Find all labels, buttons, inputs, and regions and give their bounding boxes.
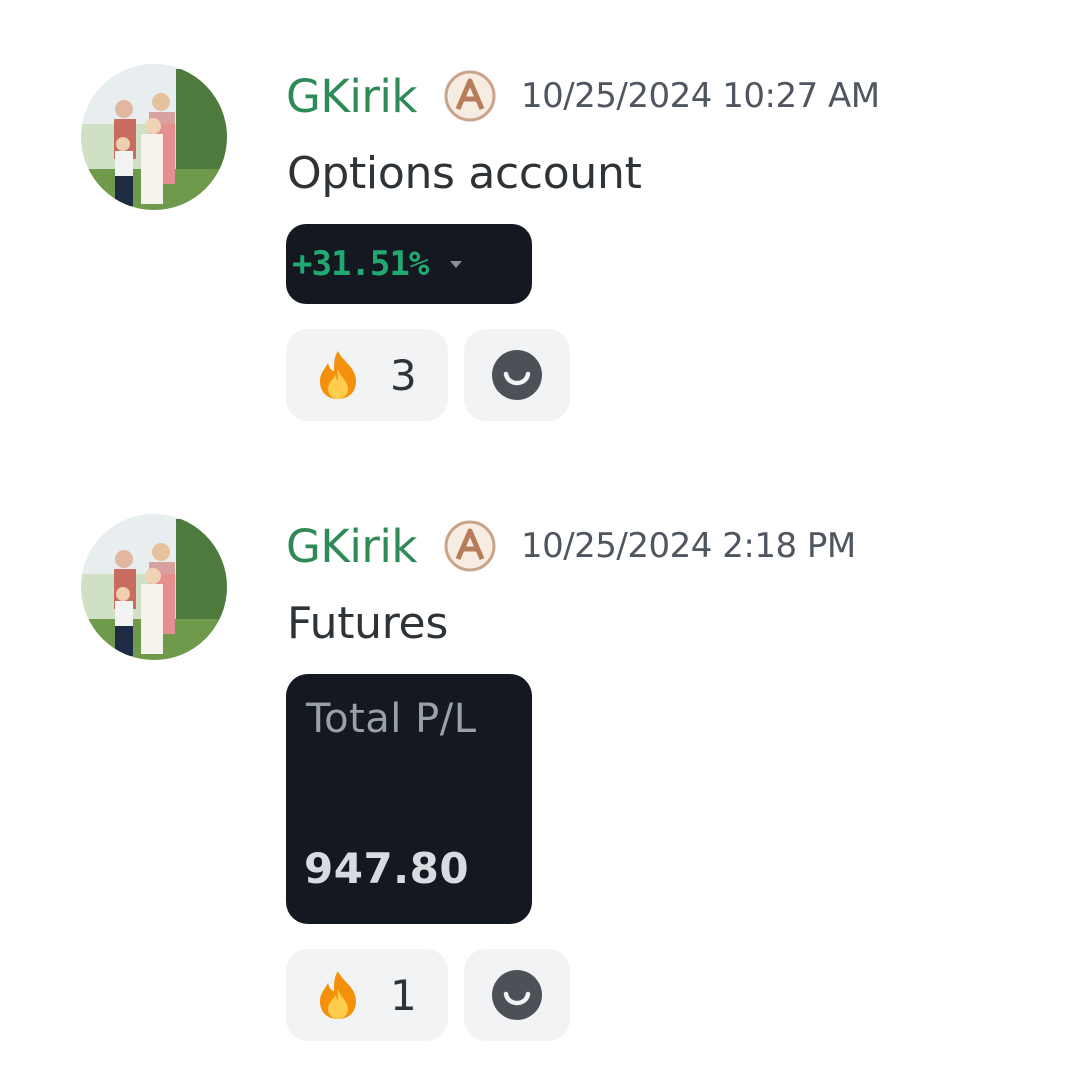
reaction-count: 1 [390, 970, 417, 1020]
add-reaction-button[interactable] [464, 949, 570, 1041]
user-avatar[interactable] [81, 64, 227, 210]
reaction-count: 3 [390, 350, 417, 400]
message-text: Futures [287, 598, 448, 649]
image-attachment[interactable]: Total P/L 947.80 [286, 674, 532, 924]
reactions-bar: 1 [286, 949, 570, 1041]
username[interactable]: GKirik [286, 520, 417, 573]
pl-label: Total P/L [306, 696, 477, 742]
message-header: GKirik 10/25/2024 10:27 AM [286, 66, 880, 126]
fire-icon [320, 971, 356, 1019]
user-avatar[interactable] [81, 514, 227, 660]
reactions-bar: 3 [286, 329, 570, 421]
fire-icon [320, 351, 356, 399]
message-header: GKirik 10/25/2024 2:18 PM [286, 516, 856, 576]
pl-value: 947.80 [304, 844, 470, 893]
role-badge-icon[interactable] [443, 69, 497, 123]
reaction-fire[interactable]: 1 [286, 949, 448, 1041]
percent-change: +31.51% [292, 244, 429, 284]
username[interactable]: GKirik [286, 70, 417, 123]
reaction-fire[interactable]: 3 [286, 329, 448, 421]
dropdown-caret-icon [450, 260, 463, 268]
smiley-icon [492, 350, 542, 400]
smiley-icon [492, 970, 542, 1020]
role-badge-icon[interactable] [443, 519, 497, 573]
message-timestamp: 10/25/2024 10:27 AM [520, 76, 880, 116]
message-timestamp: 10/25/2024 2:18 PM [520, 526, 856, 566]
add-reaction-button[interactable] [464, 329, 570, 421]
message-text: Options account [287, 148, 642, 199]
image-attachment[interactable]: +31.51% [286, 224, 532, 304]
